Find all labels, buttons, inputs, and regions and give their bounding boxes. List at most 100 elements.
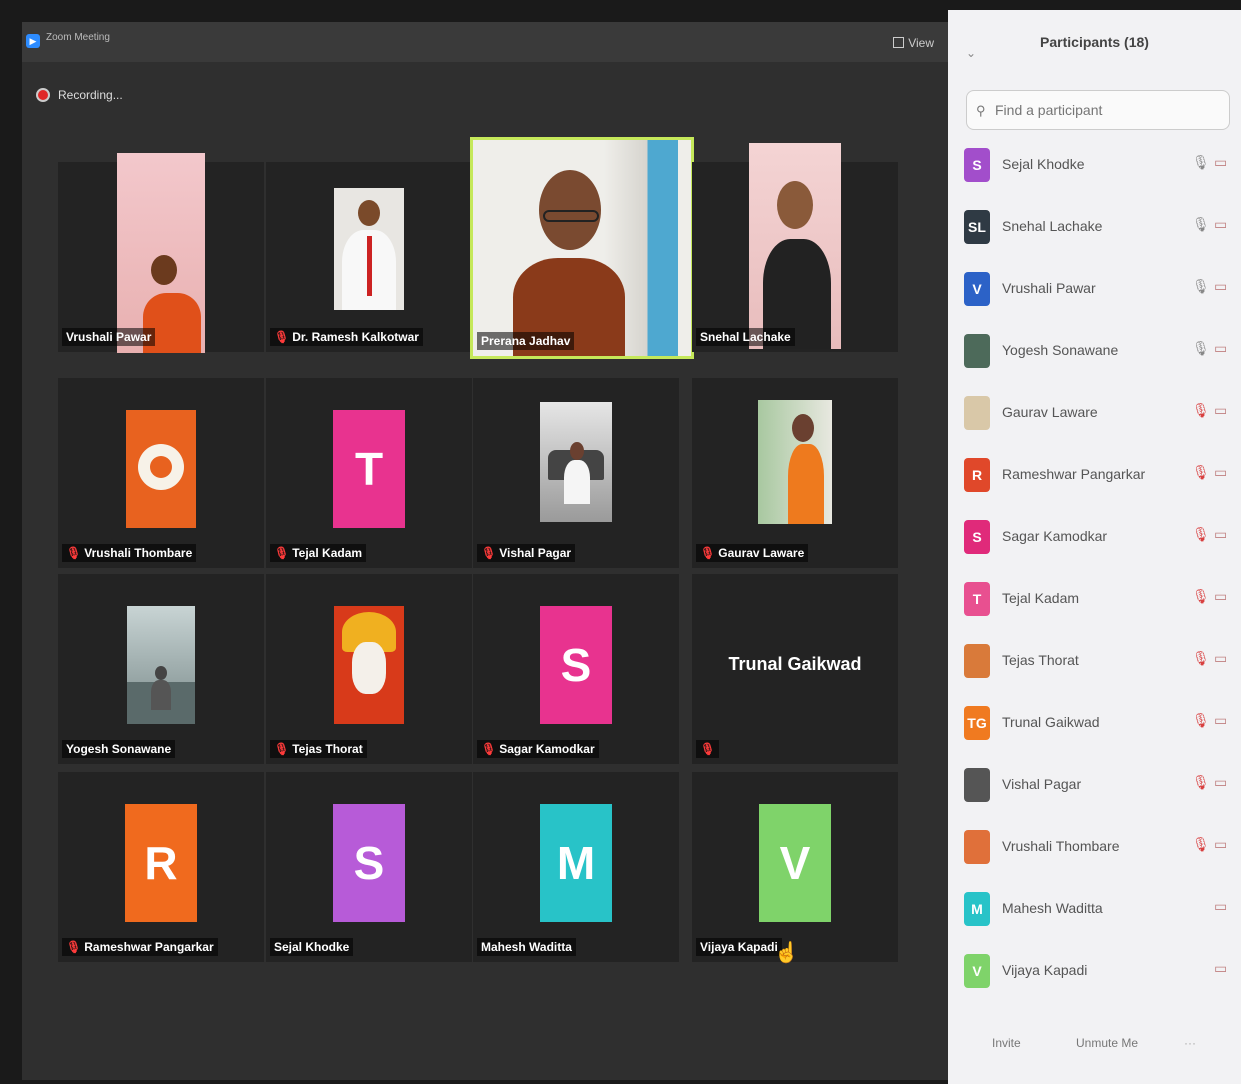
participant-avatar: T [964,582,990,616]
participant-row[interactable]: Yogesh Sonawane 🎙 ▭ [948,320,1241,382]
video-off-icon[interactable]: ▭ [1214,960,1227,977]
invite-button[interactable]: Invite [992,1036,1021,1050]
video-off-icon[interactable]: ▭ [1214,216,1227,233]
mic-muted-icon: 🎙 [274,742,290,756]
participants-panel: ⌄ Participants (18) ⚲ SSejal Khodke🎙▭SLS… [948,10,1241,1084]
mic-muted-icon[interactable]: 🎙 [1192,650,1210,667]
profile-picture [334,606,404,725]
participant-row[interactable]: Vishal Pagar 🎙 ▭ [948,754,1241,816]
participant-name: Vijaya Kapadi [1002,962,1088,978]
participant-row[interactable]: Gaurav Laware 🎙 ▭ [948,382,1241,444]
video-tile[interactable]: V Vijaya Kapadi ☝ [692,772,898,964]
participant-name-label: Snehal Lachake [696,328,795,346]
hand-cursor-icon: ☝ [774,942,799,964]
participant-row[interactable]: R Rameshwar Pangarkar 🎙 ▭ [948,444,1241,506]
video-feed [334,188,404,311]
avatar-initial: S [540,606,612,725]
participant-name-label: Sejal Khodke [270,938,354,956]
video-feed [473,140,691,356]
unmute-me-button[interactable]: Unmute Me [1076,1036,1138,1050]
participant-row[interactable]: SL Snehal Lachake 🎙 ▭ [948,196,1241,258]
mic-icon[interactable]: 🎙 [1192,278,1210,295]
participant-name: Tejal Kadam [1002,590,1080,606]
panel-title: Participants (18) [1040,34,1149,50]
video-off-icon[interactable]: ▭ [1214,774,1227,791]
mic-muted-icon[interactable]: 🎙 [1192,774,1210,791]
video-off-icon[interactable]: ▭ [1214,464,1227,481]
mic-muted-icon[interactable]: 🎙 [1192,402,1210,419]
video-tile[interactable]: Yogesh Sonawane [58,574,264,764]
recording-label: Recording... [58,88,123,102]
participant-name: Tejas Thorat [1002,652,1079,668]
participant-row[interactable]: Vrushali Thombare 🎙 ▭ [948,816,1241,878]
video-tile[interactable]: Vrushali Pawar [58,153,264,354]
video-tile[interactable]: 🎙 Vrushali Thombare [58,378,264,568]
video-feed [749,142,841,349]
video-off-icon[interactable]: ▭ [1214,154,1227,171]
participant-name: Vrushali Thombare [1002,838,1120,854]
mic-muted-icon: 🎙 [274,546,290,560]
participant-search-input[interactable] [966,90,1230,130]
video-off-icon[interactable]: ▭ [1214,278,1227,295]
participant-avatar: V [964,954,990,988]
mic-muted-icon[interactable]: 🎙 [1192,836,1210,853]
video-off-icon[interactable]: ▭ [1214,650,1227,667]
participant-row[interactable]: Tejas Thorat 🎙 ▭ [948,630,1241,692]
mic-muted-icon[interactable]: 🎙 [1192,712,1210,729]
mic-muted-icon[interactable]: 🎙 [1192,464,1210,481]
mic-icon[interactable]: 🎙 [1192,216,1210,233]
participant-name: Sagar Kamodkar [1002,528,1108,544]
video-tile[interactable]: M Mahesh Waditta [473,772,679,962]
window-title: Zoom Meeting [46,32,110,43]
participant-name-label: Mahesh Waditta [477,938,576,956]
video-tile[interactable]: 🎙 Tejas Thorat [266,574,472,764]
video-off-icon[interactable]: ▭ [1214,898,1227,915]
video-tile[interactable]: S 🎙 Sagar Kamodkar [473,574,679,764]
video-off-icon[interactable]: ▭ [1214,712,1227,729]
video-feed [117,153,205,354]
video-tile[interactable]: 🎙 Gaurav Laware [692,378,898,568]
video-tile[interactable]: 🎙 Vishal Pagar [473,378,679,568]
participant-row[interactable]: V Vijaya Kapadi ▭ [948,940,1241,1002]
mic-muted-icon[interactable]: 🎙 [1192,526,1210,543]
mic-icon[interactable]: 🎙 [1192,154,1210,171]
participant-name-label: 🎙 Gaurav Laware [696,544,809,562]
participant-row[interactable]: T Tejal Kadam 🎙 ▭ [948,568,1241,630]
meeting-window: ▶ Zoom Meeting View Recording... Vrushal… [22,22,948,1080]
video-off-icon[interactable]: ▭ [1214,340,1227,357]
video-tile[interactable]: T 🎙 Tejal Kadam [266,378,472,568]
view-button[interactable]: View [893,36,934,50]
participant-row[interactable]: S Sejal Khodke 🎙 ▭ [948,134,1241,196]
video-off-icon[interactable]: ▭ [1214,836,1227,853]
video-tile[interactable]: R 🎙 Rameshwar Pangarkar [58,772,264,962]
mic-muted-icon[interactable]: 🎙 [1192,588,1210,605]
participant-row[interactable]: V Vrushali Pawar 🎙 ▭ [948,258,1241,320]
video-off-icon[interactable]: ▭ [1214,526,1227,543]
video-tile[interactable]: Trunal Gaikwad 🎙 [692,574,898,764]
mic-icon[interactable]: 🎙 [1192,340,1210,357]
participant-name-label: 🎙 Vishal Pagar [477,544,576,562]
participant-avatar [964,768,990,802]
mic-muted-icon: 🎙 [481,742,497,756]
participant-avatar: M [964,892,990,926]
zoom-logo-icon: ▶ [26,34,40,48]
participant-name: Vishal Pagar [1002,776,1082,792]
participant-row[interactable]: S Sagar Kamodkar 🎙 ▭ [948,506,1241,568]
video-off-icon[interactable]: ▭ [1214,402,1227,419]
participant-row[interactable]: M Mahesh Waditta ▭ [948,878,1241,940]
video-tile[interactable]: S Sejal Khodke [266,772,472,962]
grid-icon [893,37,905,48]
participant-name: Gaurav Laware [1002,404,1098,420]
video-off-icon[interactable]: ▭ [1214,588,1227,605]
participant-avatar [964,396,990,430]
video-tile[interactable]: Snehal Lachake [692,142,898,352]
mic-muted-icon: 🎙 [66,546,82,560]
participant-avatar: V [964,272,990,306]
participant-row[interactable]: TG Trunal Gaikwad 🎙 ▭ [948,692,1241,754]
participant-avatar [964,830,990,864]
recording-indicator[interactable]: Recording... [36,88,123,102]
more-icon[interactable]: ··· [1184,1036,1196,1050]
video-tile-active-speaker[interactable]: Prerana Jadhav [470,137,694,359]
video-tile[interactable]: 🎙 Dr. Ramesh Kalkotwar [266,162,472,352]
profile-picture [758,399,832,524]
